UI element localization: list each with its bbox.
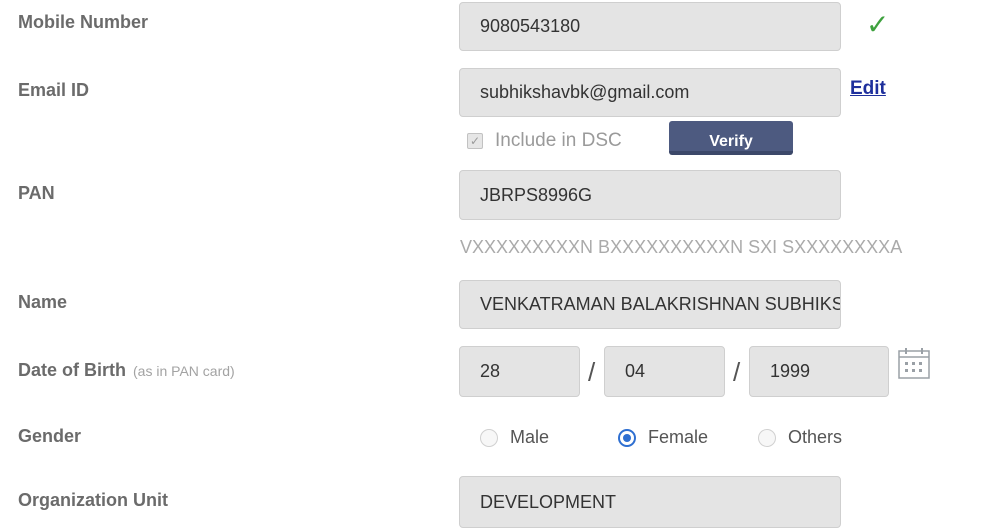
mobile-number-field[interactable]: 9080543180 <box>459 2 841 51</box>
dob-year-value: 1999 <box>770 361 811 381</box>
org-unit-label: Organization Unit <box>18 490 168 510</box>
dob-label: Date of Birth (as in PAN card) <box>18 360 235 381</box>
pan-masked-name: VXXXXXXXXXN BXXXXXXXXXXN SXI SXXXXXXXXA <box>460 237 903 257</box>
gender-radio-male[interactable] <box>480 428 498 447</box>
name-label: Name <box>18 292 68 312</box>
name-field[interactable]: VENKATRAMAN BALAKRISHNAN SUBHIKSHA <box>459 280 841 329</box>
include-dsc-checkbox[interactable]: ✓ <box>467 133 483 149</box>
dob-hint: (as in PAN card) <box>133 363 235 379</box>
gender-label-female: Female <box>648 427 709 447</box>
include-dsc-label: Include in DSC <box>495 130 622 151</box>
dob-label-text: Date of Birth <box>18 360 126 380</box>
gender-radio-female[interactable] <box>618 428 636 447</box>
check-icon: ✓ <box>866 9 890 40</box>
verify-button[interactable]: Verify <box>669 121 793 155</box>
include-dsc-row[interactable]: ✓ Include in DSC <box>467 130 622 152</box>
gender-option-female[interactable]: Female <box>618 427 708 448</box>
name-value: VENKATRAMAN BALAKRISHNAN SUBHIKSHA <box>480 294 841 314</box>
gender-label: Gender <box>18 426 82 446</box>
email-label: Email ID <box>18 80 90 100</box>
pan-label: PAN <box>18 183 55 203</box>
dob-day-value: 28 <box>480 361 501 381</box>
email-edit-link[interactable]: Edit <box>850 78 886 100</box>
mobile-number-value: 9080543180 <box>480 16 581 36</box>
dob-month-field[interactable]: 04 <box>604 346 725 397</box>
email-field[interactable]: subhikshavbk@gmail.com <box>459 68 841 117</box>
mobile-number-label: Mobile Number <box>18 12 149 32</box>
dob-year-field[interactable]: 1999 <box>749 346 889 397</box>
pan-value: JBRPS8996G <box>480 184 593 205</box>
gender-label-male: Male <box>510 427 550 447</box>
dob-separator: / <box>733 357 741 387</box>
pan-field[interactable]: JBRPS8996G <box>459 170 841 220</box>
calendar-icon[interactable] <box>897 346 931 380</box>
gender-option-male[interactable]: Male <box>480 427 549 448</box>
dob-month-value: 04 <box>625 361 646 381</box>
dob-separator: / <box>588 357 596 387</box>
gender-radio-others[interactable] <box>758 428 776 447</box>
email-value: subhikshavbk@gmail.com <box>480 82 690 102</box>
gender-option-others[interactable]: Others <box>758 427 842 448</box>
org-unit-field[interactable]: DEVELOPMENT <box>459 476 841 528</box>
org-unit-value: DEVELOPMENT <box>480 491 617 512</box>
gender-label-others: Others <box>788 427 843 447</box>
dob-day-field[interactable]: 28 <box>459 346 580 397</box>
